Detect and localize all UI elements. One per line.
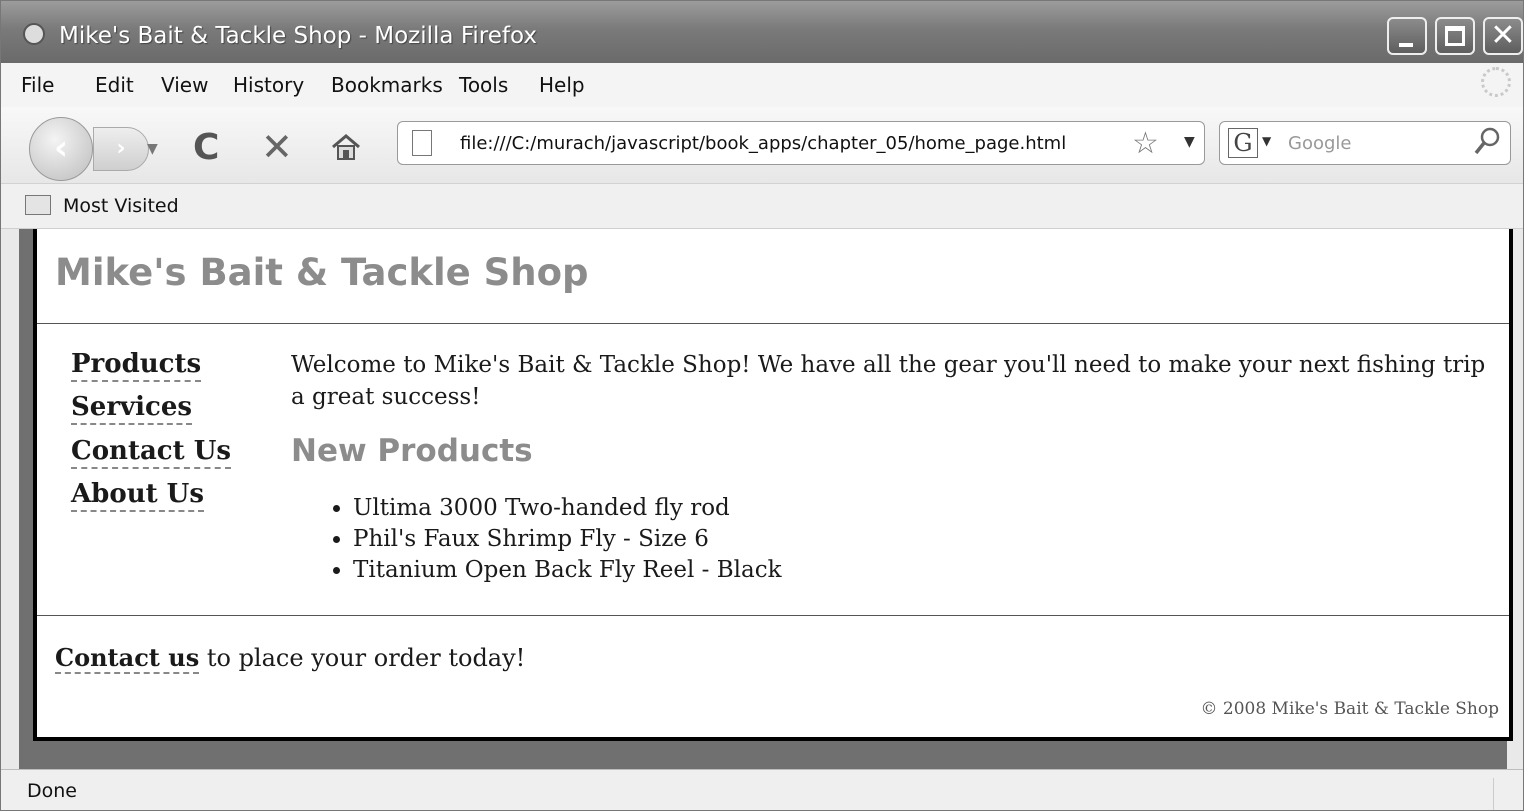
menu-edit[interactable]: Edit bbox=[95, 73, 134, 97]
search-input[interactable]: Google bbox=[1288, 133, 1351, 154]
close-button[interactable]: ✕ bbox=[1483, 17, 1523, 55]
resize-grip-icon[interactable] bbox=[1493, 778, 1522, 810]
site-title: Mike's Bait & Tackle Shop bbox=[55, 251, 589, 294]
footer-message: to place your order today! bbox=[199, 644, 526, 672]
search-bar[interactable]: G ▼ Google bbox=[1219, 121, 1511, 165]
menu-bar: File Edit View History Bookmarks Tools H… bbox=[1, 63, 1523, 107]
minimize-icon bbox=[1399, 43, 1413, 47]
firefox-icon bbox=[23, 23, 45, 45]
nav-link-services[interactable]: Services bbox=[71, 392, 193, 425]
new-products-heading: New Products bbox=[291, 433, 533, 469]
nav-link-products[interactable]: Products bbox=[71, 349, 202, 382]
search-icon[interactable] bbox=[1474, 126, 1502, 156]
bookmarks-toolbar: Most Visited bbox=[1, 184, 1523, 229]
nav-link-about-us[interactable]: About Us bbox=[71, 479, 204, 512]
contact-us-link[interactable]: Contact us bbox=[55, 643, 200, 674]
minimize-button[interactable] bbox=[1387, 17, 1427, 55]
search-engine-dropdown-icon[interactable]: ▼ bbox=[1262, 134, 1271, 148]
menu-bookmarks[interactable]: Bookmarks bbox=[331, 73, 443, 97]
reload-icon[interactable]: C bbox=[193, 127, 219, 168]
forward-arrow-icon: › bbox=[116, 136, 126, 161]
bookmark-star-icon[interactable]: ☆ bbox=[1132, 126, 1159, 161]
forward-button[interactable]: › bbox=[93, 127, 149, 171]
menu-help[interactable]: Help bbox=[539, 73, 585, 97]
maximize-button[interactable] bbox=[1435, 17, 1475, 55]
welcome-text: Welcome to Mike's Bait & Tackle Shop! We… bbox=[291, 352, 1486, 410]
bookmark-most-visited[interactable]: Most Visited bbox=[63, 195, 179, 217]
footer-text: Contact us to place your order today! bbox=[55, 643, 526, 674]
list-item: Phil's Faux Shrimp Fly - Size 6 bbox=[353, 524, 782, 555]
copyright-text: © 2008 Mike's Bait & Tackle Shop bbox=[1200, 699, 1499, 719]
home-icon[interactable] bbox=[331, 133, 361, 161]
url-bar[interactable]: file:///C:/murach/javascript/book_apps/c… bbox=[397, 121, 1205, 165]
back-arrow-icon: ‹ bbox=[53, 128, 68, 168]
menu-file[interactable]: File bbox=[21, 73, 54, 97]
product-list: Ultima 3000 Two-handed fly rod Phil's Fa… bbox=[317, 493, 782, 586]
header-divider bbox=[37, 323, 1509, 324]
menu-history[interactable]: History bbox=[233, 73, 304, 97]
nav-link-contact-us[interactable]: Contact Us bbox=[71, 436, 231, 469]
history-dropdown-icon[interactable]: ▼ bbox=[147, 133, 169, 165]
url-text[interactable]: file:///C:/murach/javascript/book_apps/c… bbox=[460, 133, 1066, 154]
navigation-toolbar: ‹ › ▼ C ✕ file:///C:/murach/javascript/b… bbox=[1, 107, 1523, 184]
list-item: Titanium Open Back Fly Reel - Black bbox=[353, 555, 782, 586]
close-icon: ✕ bbox=[1490, 18, 1516, 53]
stop-icon[interactable]: ✕ bbox=[261, 125, 293, 169]
google-icon[interactable]: G bbox=[1228, 128, 1258, 158]
menu-tools[interactable]: Tools bbox=[459, 73, 508, 97]
browser-window: Mike's Bait & Tackle Shop - Mozilla Fire… bbox=[0, 0, 1524, 811]
content-area: Mike's Bait & Tackle Shop Products Servi… bbox=[19, 229, 1513, 769]
list-item: Ultima 3000 Two-handed fly rod bbox=[353, 493, 782, 524]
status-text: Done bbox=[27, 780, 77, 802]
footer-divider bbox=[37, 615, 1509, 616]
page-icon bbox=[412, 130, 432, 156]
title-bar: Mike's Bait & Tackle Shop - Mozilla Fire… bbox=[1, 1, 1523, 63]
back-button[interactable]: ‹ bbox=[29, 117, 93, 181]
window-title: Mike's Bait & Tackle Shop - Mozilla Fire… bbox=[59, 23, 537, 49]
throbber-icon bbox=[1481, 67, 1511, 97]
web-page: Mike's Bait & Tackle Shop Products Servi… bbox=[33, 229, 1513, 741]
most-visited-icon bbox=[25, 195, 51, 215]
status-bar: Done bbox=[1, 769, 1523, 810]
menu-view[interactable]: View bbox=[161, 73, 208, 97]
maximize-icon bbox=[1445, 26, 1465, 46]
url-dropdown-icon[interactable]: ▼ bbox=[1184, 134, 1195, 150]
